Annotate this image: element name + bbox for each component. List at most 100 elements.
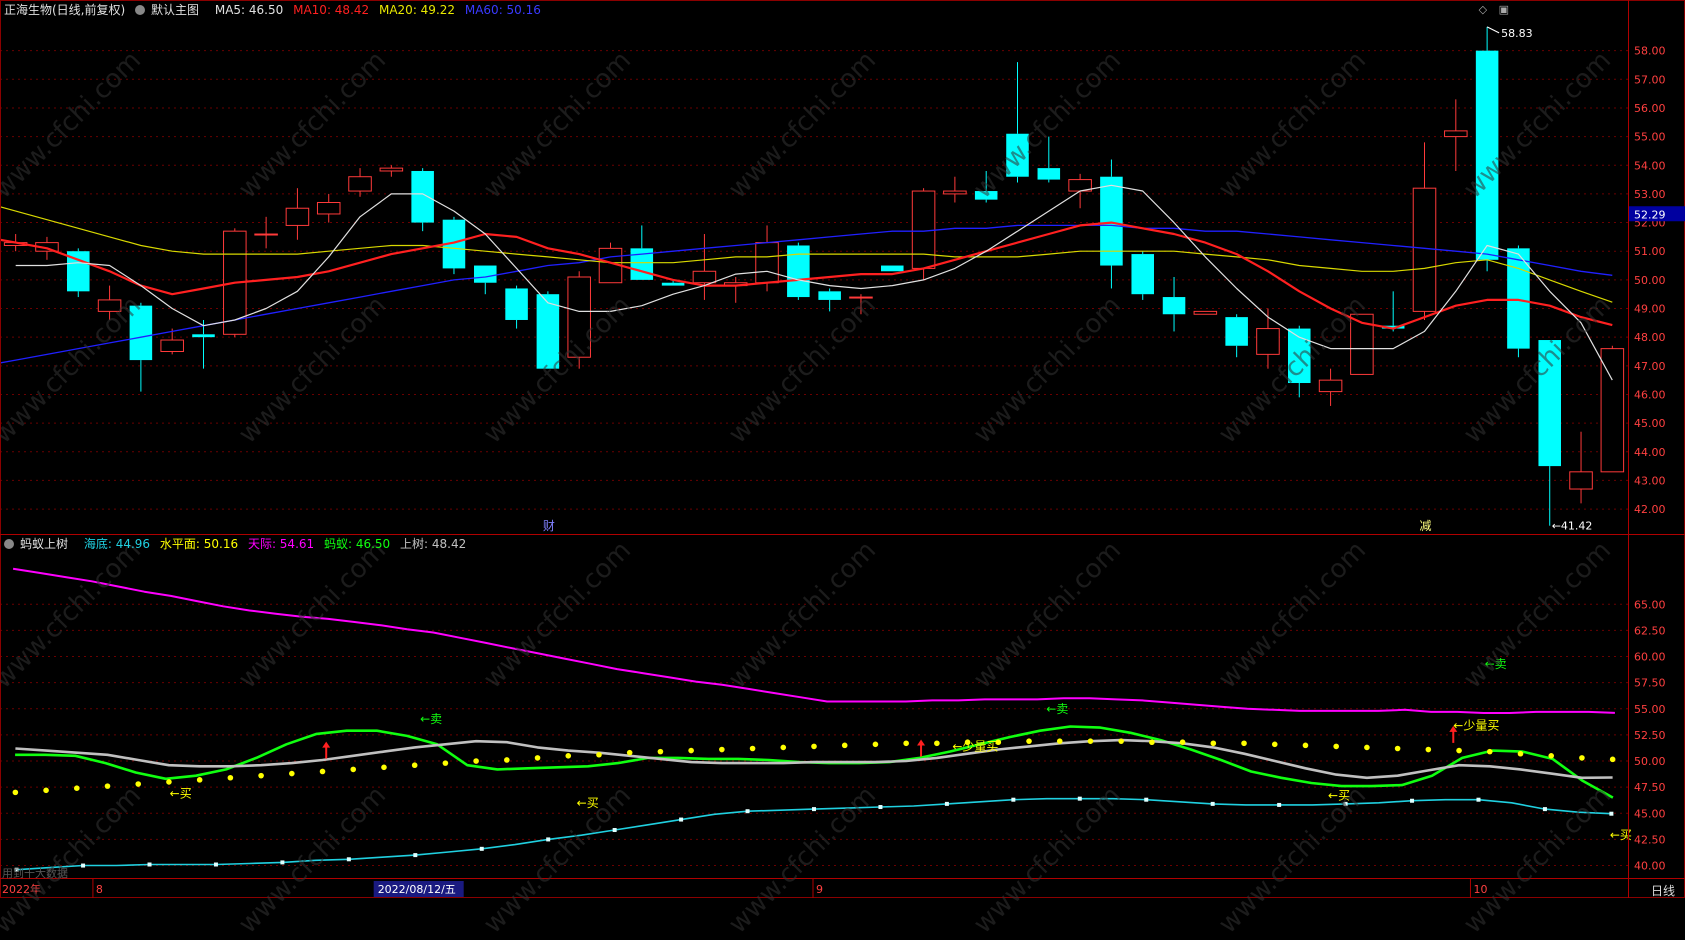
candle-body xyxy=(880,265,904,272)
shuiping-dot xyxy=(903,740,909,747)
main-tick-label: 49.00 xyxy=(1634,303,1666,316)
sub-tick-label: 50.00 xyxy=(1634,755,1666,768)
signal-label: ←少量买 xyxy=(1453,718,1499,732)
shuiping-dot xyxy=(688,747,694,754)
candle-body xyxy=(1444,130,1468,138)
haidi-marker xyxy=(413,853,418,858)
shuiping-dot xyxy=(73,785,80,792)
shuiping-dot xyxy=(227,774,234,781)
haidi-marker xyxy=(612,828,617,833)
template-selector[interactable]: 默认主图 xyxy=(135,3,205,17)
ma5-legend: MA5: 46.50 xyxy=(214,3,284,17)
sub-tick-label: 62.50 xyxy=(1634,624,1666,637)
candle-body xyxy=(1569,471,1593,490)
candle-body xyxy=(1475,50,1499,260)
time-tick-label: 8 xyxy=(96,883,103,896)
candle-body xyxy=(285,207,310,226)
shuiping-dot xyxy=(626,749,633,756)
shuiping-dot xyxy=(872,741,879,748)
candle-body xyxy=(411,170,434,223)
shuiping-dot xyxy=(1517,750,1524,757)
time-tick-label: 2022/08/12/五 xyxy=(378,883,456,896)
candle xyxy=(567,271,591,369)
main-tick-label: 51.00 xyxy=(1634,245,1666,258)
shuiping-dot xyxy=(473,758,479,764)
haidi-marker xyxy=(1144,797,1149,802)
shuiping-dot xyxy=(350,766,357,773)
haidi-marker xyxy=(1011,797,1016,802)
candle-body xyxy=(505,288,528,320)
candle-body xyxy=(348,176,372,192)
signal-label: ←买 xyxy=(577,796,599,810)
signal-label: ←买 xyxy=(1328,789,1350,803)
period-label[interactable]: 日线 xyxy=(1651,882,1675,899)
main-tick-label: 42.00 xyxy=(1634,503,1666,516)
candle-body xyxy=(97,299,122,312)
candle-body xyxy=(192,334,215,338)
haidi-marker xyxy=(1542,807,1547,812)
shuiping-dot xyxy=(504,757,510,763)
shuiping-dot xyxy=(196,777,203,783)
panel-toggle-icon[interactable]: ▣ xyxy=(1499,3,1509,16)
stock-title[interactable]: 正海生物(日线,前复权) xyxy=(4,3,125,17)
shuiping-dot xyxy=(1579,755,1585,761)
shuiping-dot xyxy=(1056,738,1063,744)
candle-body xyxy=(1100,176,1123,266)
shuiping-dot xyxy=(1548,753,1555,759)
shuiping-dot xyxy=(1364,744,1370,751)
candle xyxy=(66,248,90,298)
shuiping-legend: 水平面: 50.16 xyxy=(159,537,239,551)
shuiping-dot xyxy=(1179,739,1186,746)
diamond-icon[interactable]: ◇ xyxy=(1479,3,1487,16)
haidi-marker xyxy=(479,846,484,851)
shuiping-dot xyxy=(1026,738,1032,744)
candle-body xyxy=(1256,328,1280,355)
signal-label: ←卖 xyxy=(1046,702,1068,716)
haidi-marker xyxy=(280,860,285,865)
candle-body xyxy=(160,339,184,352)
shuiping-dot xyxy=(258,772,264,779)
candle-body xyxy=(755,242,779,284)
chart-canvas[interactable]: ←买←卖←买←少量买←卖←买←卖←少量买←买 58.0057.0056.0055… xyxy=(0,0,1685,898)
ma20-legend: MA20: 49.22 xyxy=(378,3,456,17)
event-marker: 财 xyxy=(543,519,555,533)
shuiping-dot xyxy=(1241,740,1247,747)
sub-tick-label: 55.00 xyxy=(1634,703,1666,716)
signal-label: ←买 xyxy=(170,786,192,800)
template-label: 默认主图 xyxy=(151,3,200,17)
shuiping-dot xyxy=(12,789,19,796)
candle-body xyxy=(943,190,967,195)
main-tick-label: 55.00 xyxy=(1634,131,1666,144)
stock-chart-window[interactable]: ←买 ←卖 ←买 ←少量买 ←卖 ←买 ←卖 ←少量买 ←买 58.00 57.00 56.00 55… xyxy=(0,0,1685,940)
candle-body xyxy=(473,265,497,283)
shuiping-dot xyxy=(1118,738,1124,744)
shuiping-dot xyxy=(1087,738,1094,744)
sub-tick-label: 45.00 xyxy=(1634,807,1666,820)
candle-body xyxy=(818,291,841,300)
ma60-legend: MA60: 50.16 xyxy=(464,3,541,17)
candle-body xyxy=(1037,168,1061,180)
dropdown-circle-icon xyxy=(4,538,14,549)
sub-tick-label: 65.00 xyxy=(1634,598,1666,611)
candle xyxy=(411,168,434,232)
shuiping-dot xyxy=(43,787,49,794)
signal-label: ←卖 xyxy=(1485,657,1507,671)
tianji-legend: 天际: 54.61 xyxy=(247,537,315,551)
shuiping-dot xyxy=(411,762,418,769)
haidi-marker xyxy=(1476,797,1481,802)
haidi-marker xyxy=(1077,796,1082,801)
shuiping-dot xyxy=(1609,756,1616,763)
candle-body xyxy=(692,270,717,284)
shuiping-dot xyxy=(135,781,142,787)
sub-tick-label: 60.00 xyxy=(1634,651,1666,664)
shuiping-dot xyxy=(719,746,725,753)
haidi-marker xyxy=(1210,801,1215,806)
candle xyxy=(1475,26,1499,272)
shuiping-dot xyxy=(1149,739,1155,746)
indicator-selector[interactable]: 蚂蚁上树 xyxy=(4,537,74,551)
dropdown-circle-icon xyxy=(135,4,146,15)
candle-body xyxy=(129,305,153,361)
mayi-legend: 蚂蚁: 46.50 xyxy=(323,537,391,551)
shuiping-dot xyxy=(1394,745,1401,752)
haidi-marker xyxy=(81,863,86,868)
